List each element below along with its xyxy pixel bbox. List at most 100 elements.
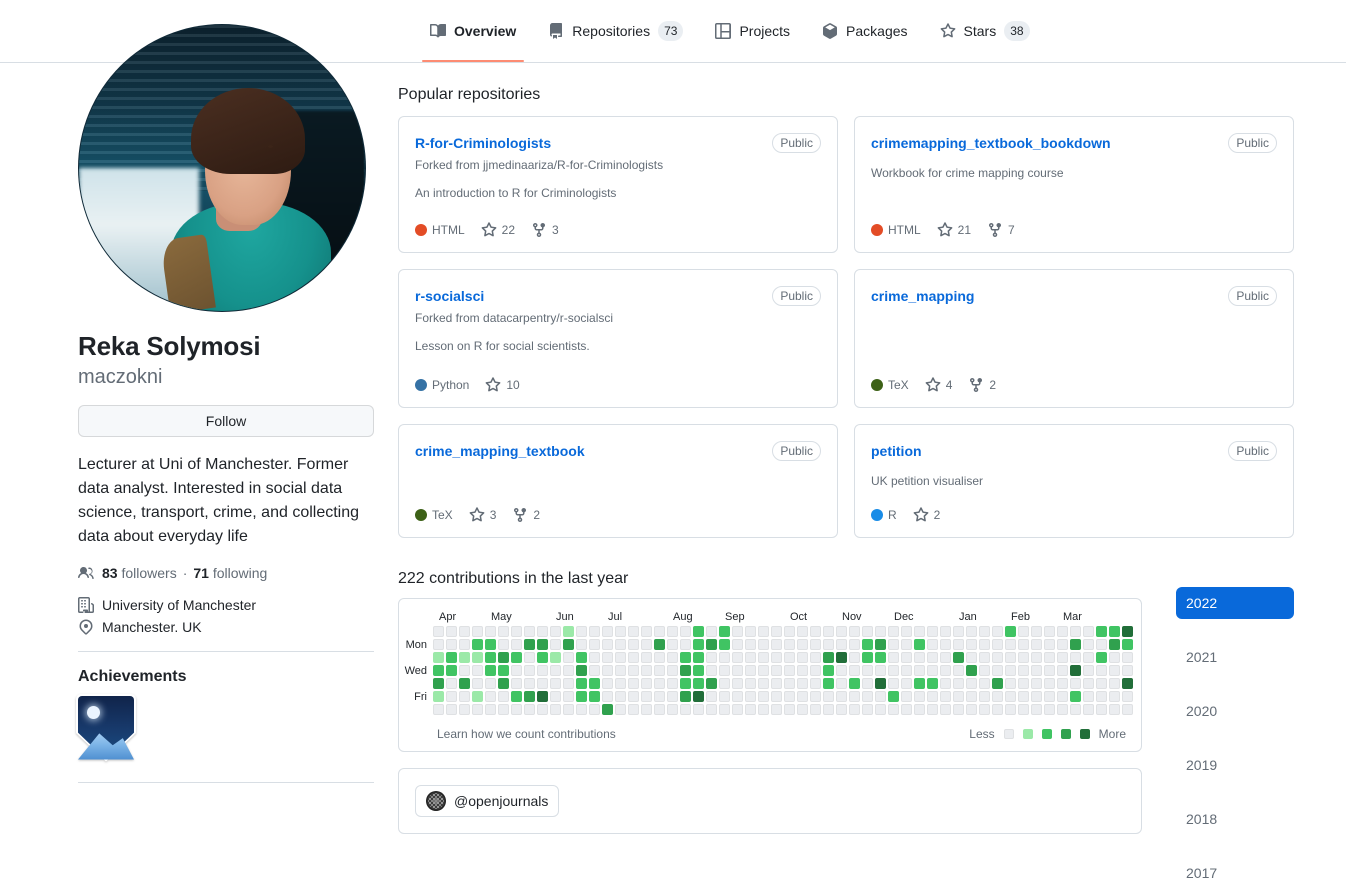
contribution-cell[interactable] (628, 691, 639, 702)
repository-link[interactable]: petition (871, 441, 922, 462)
contribution-cell[interactable] (511, 665, 522, 676)
contribution-cell[interactable] (589, 626, 600, 637)
contribution-cell[interactable] (1005, 704, 1016, 715)
year-option-2021[interactable]: 2021 (1176, 641, 1294, 673)
contribution-cell[interactable] (446, 639, 457, 650)
contribution-cell[interactable] (589, 665, 600, 676)
contribution-cell[interactable] (1109, 639, 1120, 650)
contribution-cell[interactable] (615, 678, 626, 689)
contribution-cell[interactable] (1044, 639, 1055, 650)
contribution-cell[interactable] (745, 639, 756, 650)
contribution-cell[interactable] (888, 665, 899, 676)
contribution-cell[interactable] (888, 691, 899, 702)
contribution-cell[interactable] (849, 678, 860, 689)
contribution-cell[interactable] (875, 678, 886, 689)
contribution-cell[interactable] (498, 626, 509, 637)
contribution-cell[interactable] (992, 652, 1003, 663)
contribution-cell[interactable] (485, 704, 496, 715)
contribution-cell[interactable] (511, 626, 522, 637)
contribution-cell[interactable] (680, 704, 691, 715)
contribution-cell[interactable] (654, 678, 665, 689)
contribution-cell[interactable] (1057, 626, 1068, 637)
contribution-cell[interactable] (901, 678, 912, 689)
contribution-cell[interactable] (953, 704, 964, 715)
contribution-cell[interactable] (602, 626, 613, 637)
contribution-cell[interactable] (1096, 639, 1107, 650)
year-option-2020[interactable]: 2020 (1176, 695, 1294, 727)
contribution-cell[interactable] (693, 665, 704, 676)
contribution-cell[interactable] (1031, 678, 1042, 689)
contribution-cell[interactable] (1070, 704, 1081, 715)
contribution-cell[interactable] (485, 639, 496, 650)
contribution-cell[interactable] (745, 704, 756, 715)
contribution-cell[interactable] (1044, 626, 1055, 637)
contribution-cell[interactable] (1044, 652, 1055, 663)
contribution-cell[interactable] (628, 639, 639, 650)
contribution-cell[interactable] (875, 639, 886, 650)
contribution-cell[interactable] (1070, 665, 1081, 676)
contribution-cell[interactable] (1057, 678, 1068, 689)
contribution-cell[interactable] (602, 639, 613, 650)
contribution-cell[interactable] (914, 639, 925, 650)
contribution-cell[interactable] (498, 691, 509, 702)
contribution-cell[interactable] (888, 652, 899, 663)
contribution-cell[interactable] (433, 665, 444, 676)
contribution-cell[interactable] (966, 704, 977, 715)
contribution-cell[interactable] (602, 678, 613, 689)
contribution-cell[interactable] (706, 704, 717, 715)
contribution-cell[interactable] (940, 665, 951, 676)
contribution-cell[interactable] (1018, 691, 1029, 702)
contribution-cell[interactable] (1083, 652, 1094, 663)
contribution-cell[interactable] (745, 678, 756, 689)
contribution-cell[interactable] (680, 639, 691, 650)
contribution-cell[interactable] (940, 639, 951, 650)
contribution-cell[interactable] (550, 652, 561, 663)
contribution-cell[interactable] (784, 704, 795, 715)
contribution-cell[interactable] (472, 652, 483, 663)
contribution-cell[interactable] (758, 626, 769, 637)
contribution-cell[interactable] (576, 665, 587, 676)
contribution-cell[interactable] (433, 626, 444, 637)
contribution-cell[interactable] (563, 665, 574, 676)
contribution-cell[interactable] (433, 652, 444, 663)
contribution-cell[interactable] (1057, 704, 1068, 715)
contribution-cell[interactable] (1070, 652, 1081, 663)
year-option-2022[interactable]: 2022 (1176, 587, 1294, 619)
contribution-cell[interactable] (537, 665, 548, 676)
contribution-cell[interactable] (511, 639, 522, 650)
contribution-cell[interactable] (966, 652, 977, 663)
repository-link[interactable]: R-for-Criminologists (415, 133, 551, 154)
contribution-cell[interactable] (875, 652, 886, 663)
contribution-cell[interactable] (641, 639, 652, 650)
contribution-cell[interactable] (927, 665, 938, 676)
tab-packages[interactable]: Packages (806, 0, 923, 62)
contribution-cell[interactable] (1083, 704, 1094, 715)
contribution-cell[interactable] (719, 691, 730, 702)
contribution-cell[interactable] (1083, 691, 1094, 702)
contribution-cell[interactable] (927, 704, 938, 715)
contribution-cell[interactable] (628, 678, 639, 689)
contribution-cell[interactable] (1018, 652, 1029, 663)
contribution-cell[interactable] (836, 704, 847, 715)
contribution-cell[interactable] (823, 652, 834, 663)
contribution-cell[interactable] (1018, 704, 1029, 715)
contribution-cell[interactable] (511, 678, 522, 689)
contribution-cell[interactable] (914, 678, 925, 689)
contribution-cell[interactable] (589, 704, 600, 715)
contribution-cell[interactable] (901, 639, 912, 650)
contribution-cell[interactable] (1018, 678, 1029, 689)
contribution-cell[interactable] (823, 665, 834, 676)
contribution-cell[interactable] (446, 626, 457, 637)
contribution-cell[interactable] (667, 704, 678, 715)
contribution-cell[interactable] (1122, 652, 1133, 663)
repository-link[interactable]: crime_mapping (871, 286, 974, 307)
contribution-cell[interactable] (576, 691, 587, 702)
contribution-cell[interactable] (979, 665, 990, 676)
avatar[interactable] (78, 24, 366, 312)
follow-button[interactable]: Follow (78, 404, 374, 437)
contribution-cell[interactable] (732, 704, 743, 715)
contribution-cell[interactable] (667, 626, 678, 637)
contribution-cell[interactable] (771, 691, 782, 702)
contribution-cell[interactable] (680, 665, 691, 676)
contribution-cell[interactable] (459, 665, 470, 676)
